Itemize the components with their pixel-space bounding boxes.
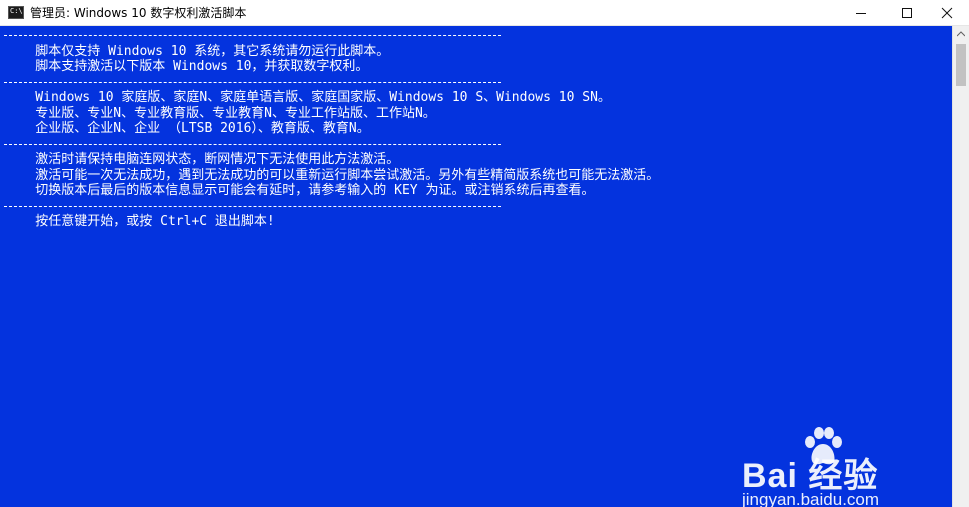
separator-line: [4, 144, 501, 145]
vertical-scrollbar[interactable]: [952, 26, 969, 507]
close-button[interactable]: [924, 0, 969, 26]
cmd-icon-glyph: C:\: [10, 7, 23, 15]
scroll-up-button[interactable]: [953, 26, 969, 42]
console-line: 激活可能一次无法成功，遇到无法成功的可以重新运行脚本尝试激活。另外有些精简版系统…: [4, 167, 660, 183]
console-line: 切换版本后最后的版本信息显示可能会有延时，请参考输入的 KEY 为证。或注销系统…: [4, 183, 595, 198]
console-output[interactable]: 脚本仅支持 Windows 10 系统，其它系统请勿运行此脚本。 脚本支持激活以…: [0, 26, 952, 507]
console-line: 脚本仅支持 Windows 10 系统，其它系统请勿运行此脚本。: [4, 43, 390, 59]
console-line: 激活时请保持电脑连网状态，断网情况下无法使用此方法激活。: [4, 152, 400, 167]
separator-line: [4, 82, 501, 83]
console-line: 专业版、专业N、专业教育版、专业教育N、专业工作站版、工作站N。: [4, 105, 436, 121]
separator-line: [4, 206, 501, 207]
chevron-up-icon: [957, 31, 965, 37]
console-line: 企业版、企业N、企业 （LTSB 2016）、教育版、教育N。: [4, 121, 370, 136]
baidu-jingyan-watermark: Bai 经验 jingyan.baidu.com: [740, 426, 930, 507]
console-text-block: 脚本仅支持 Windows 10 系统，其它系统请勿运行此脚本。 脚本支持激活以…: [4, 28, 659, 230]
console-line: Windows 10 家庭版、家庭N、家庭单语言版、家庭国家版、Windows …: [4, 90, 611, 105]
console-line: 脚本支持激活以下版本 Windows 10，并获取数字权利。: [4, 59, 369, 74]
maximize-icon: [902, 8, 912, 18]
close-icon: [941, 7, 953, 19]
window-title: 管理员: Windows 10 数字权利激活脚本: [30, 6, 247, 20]
minimize-icon: [856, 13, 866, 14]
minimize-button[interactable]: [838, 0, 884, 26]
separator-line: [4, 35, 501, 36]
scroll-thumb[interactable]: [956, 44, 966, 86]
watermark-url: jingyan.baidu.com: [742, 490, 880, 507]
cmd-icon[interactable]: C:\: [8, 6, 24, 19]
console-line: 按任意键开始，或按 Ctrl+C 退出脚本!: [4, 214, 275, 229]
title-bar[interactable]: C:\ 管理员: Windows 10 数字权利激活脚本: [0, 0, 969, 26]
